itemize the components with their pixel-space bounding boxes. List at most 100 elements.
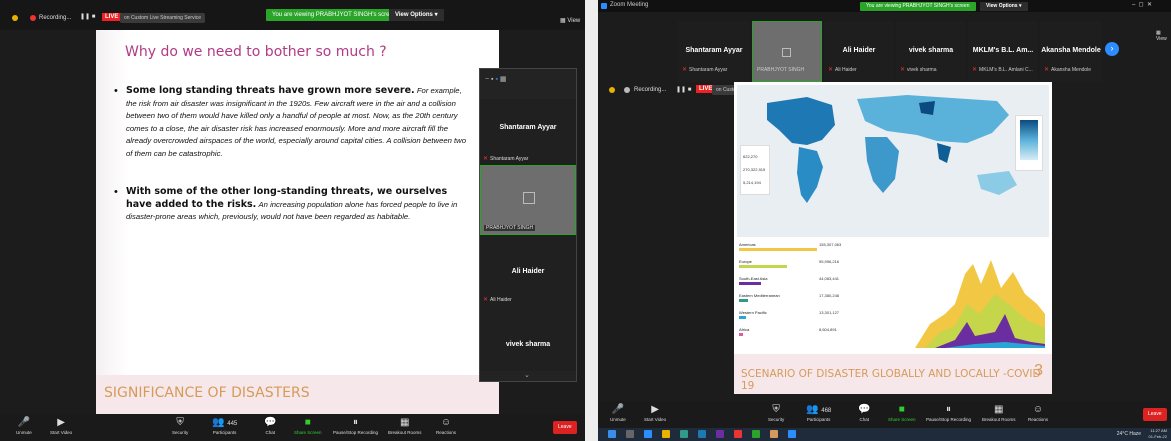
world-map — [737, 85, 1049, 237]
top-bar: Recording... ❚❚ ■ LIVE on Custom Live St… — [0, 0, 585, 30]
chevron-down-icon[interactable]: ⌄ — [524, 371, 530, 379]
share-screen-button[interactable]: ■ Share Screen — [888, 404, 916, 423]
region-row: Western Pacific 13,301,127 — [739, 310, 839, 319]
stream-dropdown[interactable]: on Custom Live Streaming Service — [120, 13, 205, 23]
window-title: Zoom Meeting — [610, 2, 649, 8]
next-page-icon[interactable]: › — [1105, 42, 1119, 56]
shield-icon: ⛨ — [176, 417, 184, 428]
leave-button[interactable]: Leave — [1143, 408, 1167, 421]
pause-recording-icon[interactable]: ❚❚ ■ — [80, 13, 95, 20]
participant-tile[interactable]: vivek sharma ✕ vivek sharma — [896, 21, 966, 82]
region-row: Americas 155,307,063 — [739, 242, 841, 251]
start-icon[interactable] — [608, 430, 616, 438]
pause-icon: ⏸ — [353, 417, 359, 428]
participants-panel: − ▪ ▪ ▦ Shantaram Ayyar ✕ Shantaram Ayyar… — [479, 68, 577, 382]
participant-label: PRABHJYOT SINGH — [484, 225, 536, 231]
people-icon: 👥 445 — [212, 417, 238, 428]
video-off-icon: ▶ — [651, 404, 659, 415]
clock: 11:27 AM 01-Feb-22 — [1148, 428, 1167, 439]
region-row: Eastern Mediterranean 17,380,248 — [739, 293, 839, 302]
unmute-button[interactable]: 🎤 Unmute — [16, 417, 32, 436]
pause-recording-button[interactable]: ⏸ Pause/Stop Recording — [926, 404, 971, 423]
app-icon[interactable] — [752, 430, 760, 438]
security-button[interactable]: ⛨ Security — [768, 404, 784, 423]
security-button[interactable]: ⛨ Security — [172, 417, 188, 436]
view-button[interactable]: ▦ View — [560, 17, 580, 24]
app-icon[interactable] — [734, 430, 742, 438]
participant-tile-active[interactable]: PRABHJYOT SINGH — [480, 165, 576, 235]
chat-icon: 💬 — [264, 417, 277, 428]
microphone-icon: 🎤 — [17, 417, 31, 428]
region-bar — [739, 265, 787, 268]
participant-name: Shantaram Ayyar — [499, 124, 557, 131]
slide-footer: SIGNIFICANCE OF DISASTERS — [96, 375, 499, 416]
participants-button[interactable]: 👥 445 Participants — [212, 417, 237, 436]
windows-taskbar: 24°C Haze 11:27 AM 01-Feb-22 — [598, 428, 1171, 441]
reactions-button[interactable]: ☺ Reactions — [1028, 404, 1048, 423]
bullet-1-lead: Some long standing threats have grown mo… — [126, 85, 415, 96]
recording-icon — [30, 15, 36, 21]
region-bar — [739, 316, 746, 319]
bullet-2: • With some of the other long-standing t… — [114, 186, 458, 221]
view-button[interactable]: ▦ View — [1156, 30, 1171, 42]
shared-slide: 622,270 270,322,915 5,214,194 Americas 15… — [734, 82, 1052, 394]
recording-label: Recording... — [39, 15, 72, 21]
participant-tile[interactable]: Ali Haider ✕ Ali Haider — [824, 21, 894, 82]
participant-label: ✕ Ali Haider — [483, 297, 512, 303]
grid-icon: ▦ — [400, 417, 410, 428]
region-row: Europe 95,996,216 — [739, 259, 839, 268]
pause-icon: ⏸ — [946, 404, 952, 415]
chat-button[interactable]: 💬 Chat — [858, 404, 870, 423]
region-row: South-East Asia 44,083,441 — [739, 276, 839, 285]
zoom-window-left: Recording... ❚❚ ■ LIVE on Custom Live St… — [0, 0, 585, 441]
window-controls[interactable]: – ◻ ✕ — [1132, 1, 1152, 8]
zoom-window-right: Zoom Meeting You are viewing PRABHJYOT S… — [598, 0, 1171, 441]
unmute-button[interactable]: 🎤 Unmute — [610, 404, 626, 423]
explorer-icon[interactable] — [662, 430, 670, 438]
participant-tile-active[interactable]: PRABHJYOT SINGH — [752, 21, 822, 82]
breakout-rooms-button[interactable]: ▦ Breakout Rooms — [982, 404, 1016, 423]
microphone-icon: 🎤 — [611, 404, 625, 415]
participant-tile[interactable]: Shantaram Ayyar ✕ Shantaram Ayyar — [480, 99, 576, 165]
status-dot-icon — [12, 15, 18, 21]
view-options-button[interactable]: View Options ▾ — [980, 2, 1028, 11]
smiley-icon: ☺ — [1032, 404, 1044, 415]
layout-controls[interactable]: − ▪ ▪ ▦ — [485, 75, 507, 83]
footer-title: SIGNIFICANCE OF DISASTERS — [104, 385, 310, 401]
zoom-app-icon[interactable] — [788, 430, 796, 438]
muted-mic-icon: ✕ — [483, 297, 489, 303]
bullet-1: • Some long standing threats have grown … — [114, 85, 466, 158]
participant-tile[interactable]: Ali Haider ✕ Ali Haider — [480, 235, 576, 305]
meeting-toolbar: 🎤 Unmute ▶ Start Video ⛨ Security 👥 445 Part… — [0, 414, 585, 441]
edge-icon[interactable] — [644, 430, 652, 438]
participant-tile[interactable]: Akansha Mendole ✕ Akansha Mendole — [1040, 21, 1102, 82]
pause-recording-icon[interactable]: ❚❚ ■ — [676, 86, 691, 93]
mail-icon[interactable] — [698, 430, 706, 438]
meeting-toolbar: 🎤 Unmute ▶ Start Video ⛨ Security 👥 468 Part… — [598, 401, 1171, 428]
participant-label: ✕ Shantaram Ayyar — [483, 156, 529, 162]
chat-button[interactable]: 💬 Chat — [264, 417, 276, 436]
app-icon[interactable] — [716, 430, 724, 438]
reactions-button[interactable]: ☺ Reactions — [436, 417, 456, 436]
avatar-icon — [523, 192, 535, 204]
start-video-button[interactable]: ▶ Start Video — [644, 404, 666, 423]
region-bar — [739, 299, 748, 302]
share-screen-button[interactable]: ■ Share Screen — [294, 417, 322, 436]
breakout-rooms-button[interactable]: ▦ Breakout Rooms — [388, 417, 422, 436]
view-options-button[interactable]: View Options ▾ — [389, 9, 444, 21]
start-video-button[interactable]: ▶ Start Video — [50, 417, 72, 436]
search-icon[interactable] — [626, 430, 634, 438]
pause-recording-button[interactable]: ⏸ Pause/Stop Recording — [333, 417, 378, 436]
participant-tile[interactable]: Shantaram Ayyar ✕ Shantaram Ayyar — [678, 21, 750, 82]
slide-title: Why do we need to bother so much ? — [125, 44, 387, 60]
leave-button[interactable]: Leave — [553, 421, 577, 434]
participant-tile[interactable]: vivek sharma — [480, 305, 576, 371]
participants-button[interactable]: 👥 468 Participants — [806, 404, 831, 423]
store-icon[interactable] — [680, 430, 688, 438]
participant-tile[interactable]: MKLM's B.L. Am... ✕ MKLM's B.L. Amlani C.… — [968, 21, 1038, 82]
participant-name: vivek sharma — [505, 341, 551, 348]
smiley-icon: ☺ — [440, 417, 452, 428]
muted-mic-icon: ✕ — [483, 156, 489, 162]
app-icon[interactable] — [770, 430, 778, 438]
bullet-1-body: For example, the risk from air disaster … — [126, 86, 466, 158]
